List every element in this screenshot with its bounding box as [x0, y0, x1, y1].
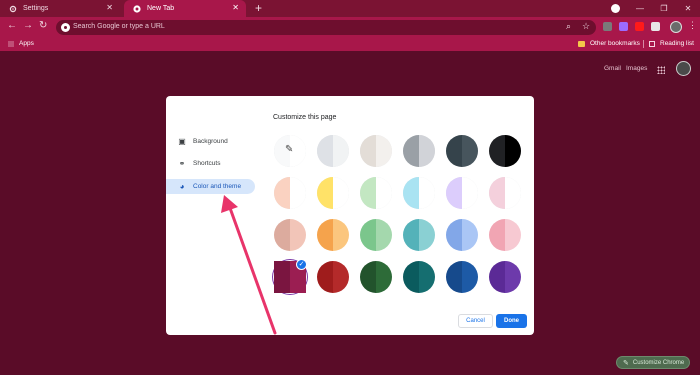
annotation-arrow [221, 195, 277, 335]
